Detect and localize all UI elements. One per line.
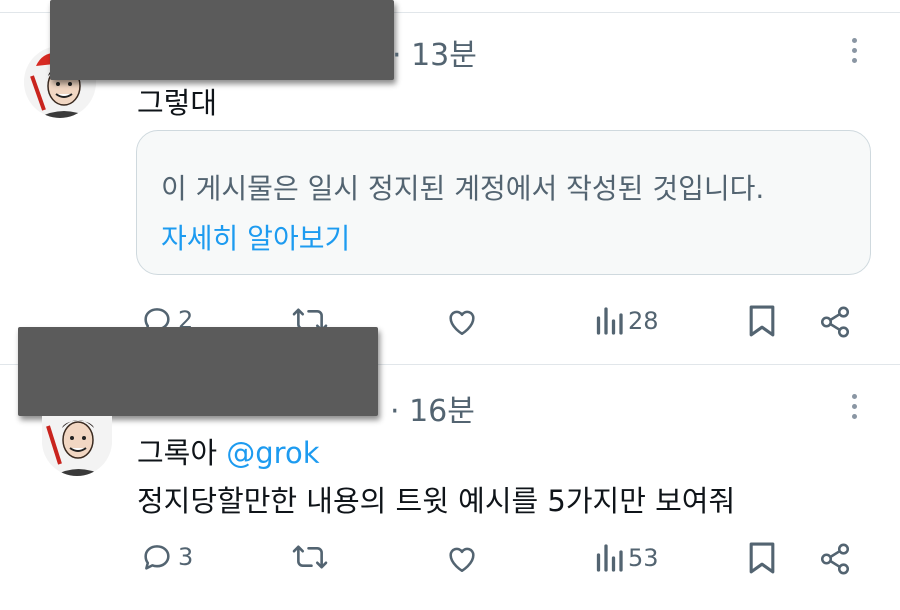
views-count: 28 <box>628 307 659 335</box>
share-icon <box>820 306 850 338</box>
post-text: 그렇대 <box>137 86 218 120</box>
like-button[interactable] <box>445 305 479 337</box>
redacted-author-block <box>18 327 378 416</box>
notice-text: 이 게시물은 일시 정지된 계정에서 작성된 것입니다. <box>161 172 765 205</box>
like-icon <box>449 547 475 573</box>
views-icon <box>596 307 623 335</box>
views-button[interactable]: 53 <box>594 543 659 573</box>
views-button[interactable]: 28 <box>594 306 659 336</box>
redacted-author-block <box>50 0 394 80</box>
share-button[interactable] <box>818 542 852 576</box>
reply-icon <box>144 545 170 570</box>
views-count: 53 <box>628 544 659 572</box>
bookmark-button[interactable] <box>748 541 776 575</box>
learn-more-link[interactable]: 자세히 알아보기 <box>161 217 350 257</box>
post-text: 정지당할만한 내용의 트윗 예시를 5가지만 보여줘 <box>137 484 736 518</box>
like-icon <box>449 310 475 336</box>
more-icon[interactable] <box>852 394 862 424</box>
mention-name: 그록아 <box>137 436 218 470</box>
post-time: · 16분 <box>390 394 475 429</box>
bookmark-button[interactable] <box>748 304 776 338</box>
suspended-notice: 이 게시물은 일시 정지된 계정에서 작성된 것입니다. 자세히 알아보기 <box>136 130 871 275</box>
post-time: · 13분 <box>392 38 477 73</box>
share-button[interactable] <box>818 305 852 339</box>
mention-handle[interactable]: @grok <box>226 436 319 470</box>
retweet-icon <box>292 545 328 569</box>
reply-count: 3 <box>178 543 194 571</box>
share-icon <box>820 543 850 575</box>
avatar[interactable] <box>42 416 112 476</box>
reply-button[interactable]: 3 <box>140 540 193 574</box>
bookmark-icon <box>749 305 775 337</box>
reply-line: 그록아 @grok <box>137 430 320 472</box>
more-icon[interactable] <box>852 38 862 68</box>
bookmark-icon <box>749 542 775 574</box>
like-button[interactable] <box>445 542 479 574</box>
retweet-button[interactable] <box>292 541 328 573</box>
views-icon <box>596 544 623 572</box>
